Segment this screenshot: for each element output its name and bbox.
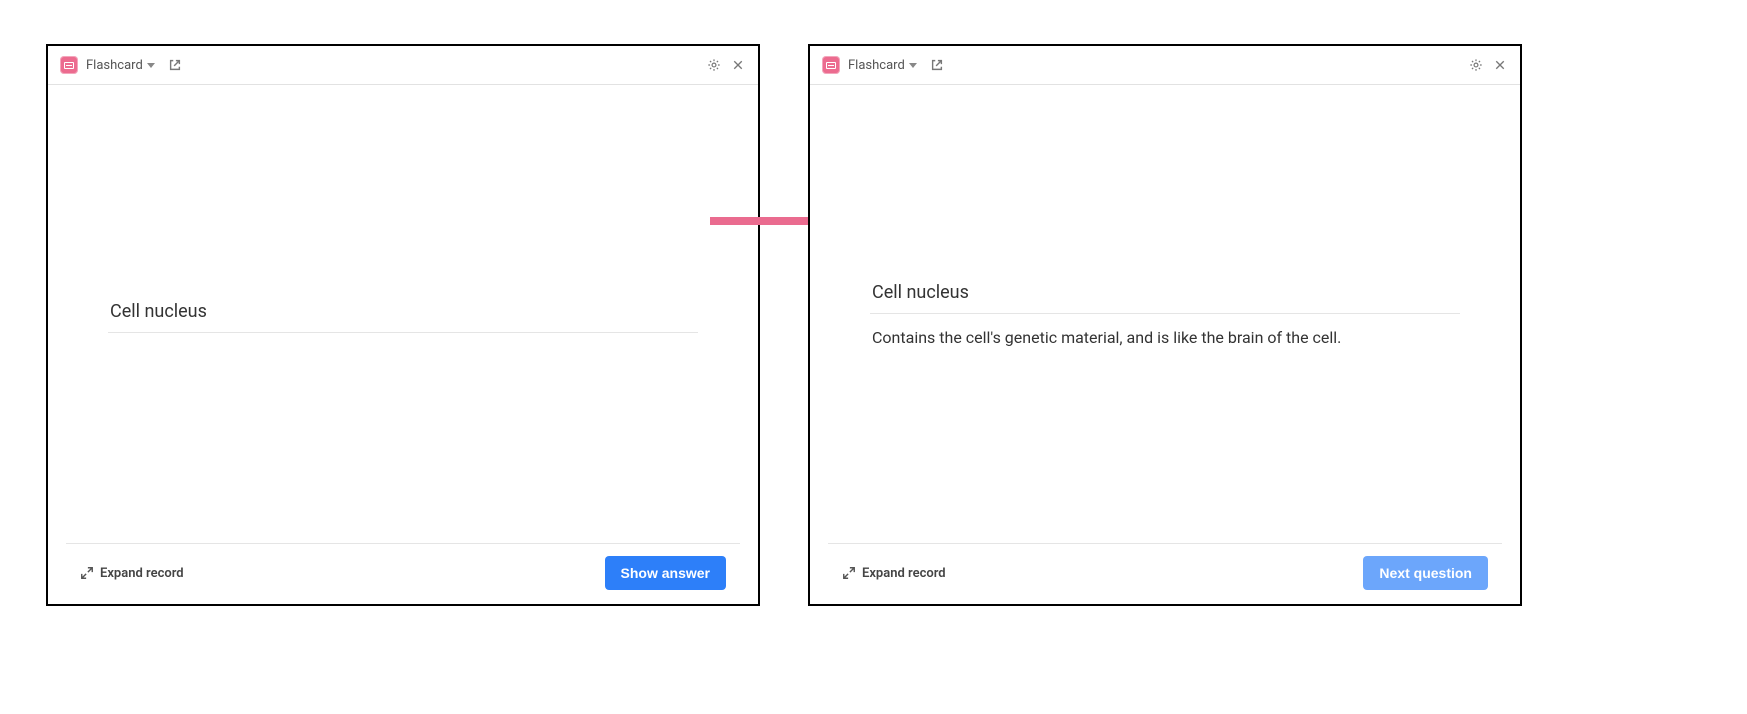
panel-body: Cell nucleus Contains the cell's genetic… xyxy=(810,85,1520,604)
flashcard-panel-question: Flashcard xyxy=(46,44,760,606)
app-name: Flashcard xyxy=(848,58,905,73)
panel-header: Flashcard xyxy=(810,46,1520,85)
gear-icon[interactable] xyxy=(1468,57,1484,73)
panel-body: Cell nucleus Expand record Show answer xyxy=(48,85,758,604)
open-external-icon[interactable] xyxy=(929,57,945,73)
show-answer-button[interactable]: Show answer xyxy=(605,556,726,590)
flashcard-answer: Contains the cell's genetic material, an… xyxy=(870,314,1460,353)
flashcard-panel-answer: Flashcard xyxy=(808,44,1522,606)
expand-icon xyxy=(80,566,94,580)
expand-record-label: Expand record xyxy=(100,566,184,581)
flashcard-app-icon xyxy=(60,56,78,74)
expand-record-button[interactable]: Expand record xyxy=(842,566,946,581)
flashcard-app-icon xyxy=(822,56,840,74)
next-question-button[interactable]: Next question xyxy=(1363,556,1488,590)
panel-header: Flashcard xyxy=(48,46,758,85)
open-external-icon[interactable] xyxy=(167,57,183,73)
expand-record-button[interactable]: Expand record xyxy=(80,566,184,581)
chevron-down-icon[interactable] xyxy=(147,63,155,68)
close-icon[interactable] xyxy=(1492,57,1508,73)
gear-icon[interactable] xyxy=(706,57,722,73)
expand-record-label: Expand record xyxy=(862,566,946,581)
expand-icon xyxy=(842,566,856,580)
flashcard-question: Cell nucleus xyxy=(108,295,698,333)
app-name: Flashcard xyxy=(86,58,143,73)
close-icon[interactable] xyxy=(730,57,746,73)
panel-footer: Expand record Next question xyxy=(828,543,1502,604)
panel-footer: Expand record Show answer xyxy=(66,543,740,604)
chevron-down-icon[interactable] xyxy=(909,63,917,68)
flashcard-question: Cell nucleus xyxy=(870,276,1460,314)
